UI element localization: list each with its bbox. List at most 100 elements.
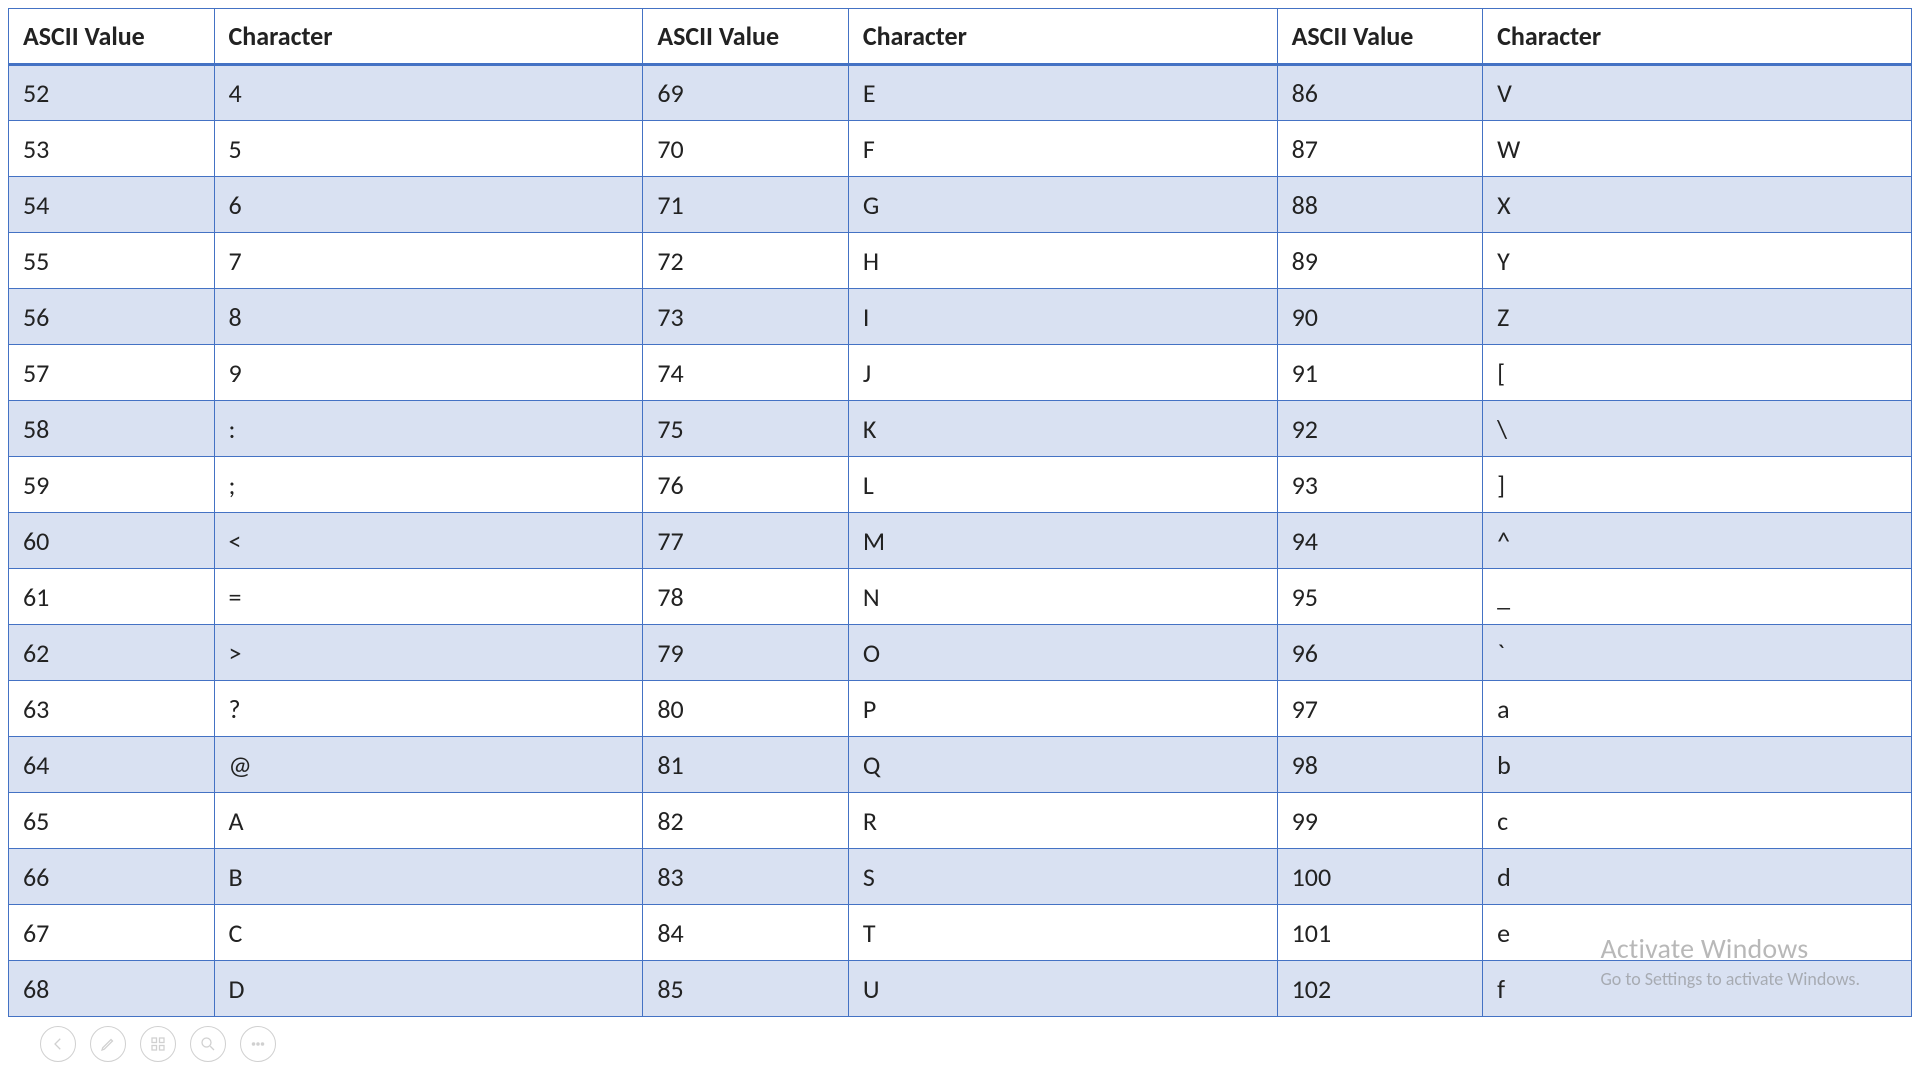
table-cell: 100 bbox=[1277, 849, 1483, 905]
table-cell: 8 bbox=[214, 289, 643, 345]
table-row: 55772H89Y bbox=[9, 233, 1912, 289]
table-cell: 86 bbox=[1277, 65, 1483, 121]
table-cell: 56 bbox=[9, 289, 215, 345]
table-row: 64@81Q98b bbox=[9, 737, 1912, 793]
table-row: 59;76L93] bbox=[9, 457, 1912, 513]
table-cell: 53 bbox=[9, 121, 215, 177]
more-options-button[interactable] bbox=[240, 1026, 276, 1062]
zoom-button[interactable] bbox=[190, 1026, 226, 1062]
table-cell: P bbox=[848, 681, 1277, 737]
table-cell: : bbox=[214, 401, 643, 457]
table-cell: 96 bbox=[1277, 625, 1483, 681]
table-cell: 75 bbox=[643, 401, 849, 457]
table-cell: 77 bbox=[643, 513, 849, 569]
table-cell: Q bbox=[848, 737, 1277, 793]
table-cell: 70 bbox=[643, 121, 849, 177]
table-cell: S bbox=[848, 849, 1277, 905]
table-cell: 5 bbox=[214, 121, 643, 177]
col-header: Character bbox=[214, 9, 643, 65]
table-cell: 72 bbox=[643, 233, 849, 289]
table-row: 52469E86V bbox=[9, 65, 1912, 121]
table-cell: 91 bbox=[1277, 345, 1483, 401]
table-cell: c bbox=[1483, 793, 1912, 849]
table-cell: Y bbox=[1483, 233, 1912, 289]
table-cell: b bbox=[1483, 737, 1912, 793]
table-cell: d bbox=[1483, 849, 1912, 905]
table-cell: 83 bbox=[643, 849, 849, 905]
table-row: 57974J91[ bbox=[9, 345, 1912, 401]
table-cell: 65 bbox=[9, 793, 215, 849]
table-cell: e bbox=[1483, 905, 1912, 961]
table-cell: J bbox=[848, 345, 1277, 401]
table-row: 53570F87W bbox=[9, 121, 1912, 177]
table-cell: ` bbox=[1483, 625, 1912, 681]
table-cell: 79 bbox=[643, 625, 849, 681]
table-cell: \ bbox=[1483, 401, 1912, 457]
table-cell: 52 bbox=[9, 65, 215, 121]
table-cell: T bbox=[848, 905, 1277, 961]
table-cell: 59 bbox=[9, 457, 215, 513]
table-cell: 68 bbox=[9, 961, 215, 1017]
table-cell: [ bbox=[1483, 345, 1912, 401]
table-cell: 78 bbox=[643, 569, 849, 625]
table-cell: W bbox=[1483, 121, 1912, 177]
table-cell: 94 bbox=[1277, 513, 1483, 569]
table-cell: 71 bbox=[643, 177, 849, 233]
table-cell: 60 bbox=[9, 513, 215, 569]
table-cell: 80 bbox=[643, 681, 849, 737]
table-cell: 88 bbox=[1277, 177, 1483, 233]
table-row: 62>79O96` bbox=[9, 625, 1912, 681]
table-cell: 90 bbox=[1277, 289, 1483, 345]
table-cell: 9 bbox=[214, 345, 643, 401]
grid-icon bbox=[149, 1035, 167, 1053]
table-cell: H bbox=[848, 233, 1277, 289]
table-cell: X bbox=[1483, 177, 1912, 233]
table-row: 60<77M94^ bbox=[9, 513, 1912, 569]
table-header-row: ASCII Value Character ASCII Value Charac… bbox=[9, 9, 1912, 65]
previous-slide-button[interactable] bbox=[40, 1026, 76, 1062]
table-cell: 74 bbox=[643, 345, 849, 401]
table-cell: 57 bbox=[9, 345, 215, 401]
table-cell: < bbox=[214, 513, 643, 569]
table-cell: ] bbox=[1483, 457, 1912, 513]
col-header: ASCII Value bbox=[1277, 9, 1483, 65]
table-cell: I bbox=[848, 289, 1277, 345]
table-row: 67C84T101e bbox=[9, 905, 1912, 961]
table-cell: F bbox=[848, 121, 1277, 177]
col-header: ASCII Value bbox=[643, 9, 849, 65]
table-cell: > bbox=[214, 625, 643, 681]
table-cell: 54 bbox=[9, 177, 215, 233]
table-cell: 93 bbox=[1277, 457, 1483, 513]
pen-icon bbox=[99, 1035, 117, 1053]
table-row: 54671G88X bbox=[9, 177, 1912, 233]
table-cell: G bbox=[848, 177, 1277, 233]
table-cell: 76 bbox=[643, 457, 849, 513]
table-cell: ? bbox=[214, 681, 643, 737]
table-row: 68D85U102f bbox=[9, 961, 1912, 1017]
table-cell: 4 bbox=[214, 65, 643, 121]
table-cell: 98 bbox=[1277, 737, 1483, 793]
table-row: 63?80P97a bbox=[9, 681, 1912, 737]
table-row: 56873I90Z bbox=[9, 289, 1912, 345]
table-row: 65A82R99c bbox=[9, 793, 1912, 849]
table-cell: K bbox=[848, 401, 1277, 457]
see-all-slides-button[interactable] bbox=[140, 1026, 176, 1062]
table-cell: V bbox=[1483, 65, 1912, 121]
pen-button[interactable] bbox=[90, 1026, 126, 1062]
table-cell: 66 bbox=[9, 849, 215, 905]
table-cell: @ bbox=[214, 737, 643, 793]
table-cell: 95 bbox=[1277, 569, 1483, 625]
table-cell: 64 bbox=[9, 737, 215, 793]
col-header: ASCII Value bbox=[9, 9, 215, 65]
table-cell: O bbox=[848, 625, 1277, 681]
table-cell: 99 bbox=[1277, 793, 1483, 849]
table-cell: 97 bbox=[1277, 681, 1483, 737]
table-cell: ; bbox=[214, 457, 643, 513]
table-cell: N bbox=[848, 569, 1277, 625]
table-cell: 6 bbox=[214, 177, 643, 233]
table-cell: _ bbox=[1483, 569, 1912, 625]
slideshow-toolbar bbox=[40, 1026, 276, 1062]
zoom-icon bbox=[199, 1035, 217, 1053]
table-cell: 61 bbox=[9, 569, 215, 625]
more-icon bbox=[249, 1035, 267, 1053]
